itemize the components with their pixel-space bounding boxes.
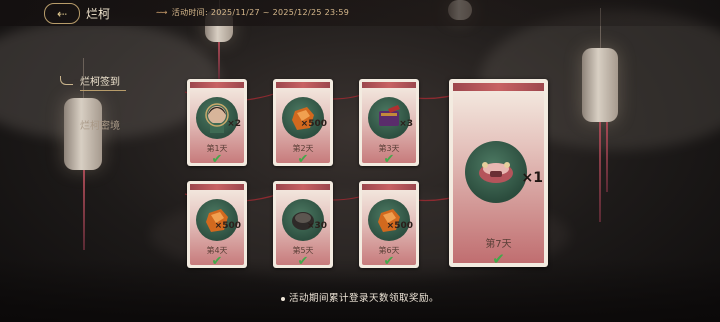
reward-quantity: ×500 (386, 221, 413, 231)
reward-icon-bg (196, 97, 238, 139)
reward-quantity: ×500 (300, 119, 327, 129)
claimed-check-icon: ✔ (211, 152, 223, 167)
back-arrow-icon: ⇠ (56, 6, 68, 21)
reward-icon-bg (282, 97, 324, 139)
reward-quantity: ×3 (399, 119, 413, 129)
reward-icon-bg (368, 97, 410, 139)
reward-quantity: ×2 (227, 119, 241, 129)
reward-card-day7[interactable]: ×1 第7天 ✔ (449, 79, 548, 268)
reward-card-day4[interactable]: ×500 第4天 ✔ (187, 181, 247, 268)
tab-checkin[interactable]: 烂柯签到 (80, 73, 126, 91)
claimed-check-icon: ✔ (492, 250, 505, 268)
reward-quantity: ×500 (214, 221, 241, 231)
reward-card-day5[interactable]: ×30 第5天 ✔ (273, 181, 333, 268)
claimed-check-icon: ✔ (297, 254, 309, 269)
reward-day-label: 第7天 (485, 239, 512, 250)
reward-icon-bg (465, 141, 527, 203)
lantern-decoration (582, 8, 618, 122)
claimed-check-icon: ✔ (383, 254, 395, 269)
top-bar: ⇠ 烂柯 ⟿ 活动时间: 2025/11/27 ~ 2025/12/25 23:5… (0, 0, 720, 26)
claimed-check-icon: ✔ (297, 152, 309, 167)
reward-card-day2[interactable]: ×500 第2天 ✔ (273, 79, 333, 166)
reward-quantity: ×1 (521, 170, 543, 186)
event-hint: 活动期间累计登录天数领取奖励。 (0, 290, 720, 304)
back-button[interactable]: ⇠ (44, 3, 80, 24)
claimed-check-icon: ✔ (211, 254, 223, 269)
ornate-chest-icon (479, 162, 513, 183)
reward-icon-bg (196, 199, 238, 241)
event-time: ⟿ 活动时间: 2025/11/27 ~ 2025/12/25 23:59 (156, 7, 349, 18)
time-arrow-icon: ⟿ (156, 8, 168, 17)
reward-card-day1[interactable]: ×2 第1天 ✔ (187, 79, 247, 166)
reward-icon-bg (282, 199, 324, 241)
reward-card-day3[interactable]: ×3 第3天 ✔ (359, 79, 419, 166)
reward-quantity: ×30 (306, 221, 327, 231)
page-title: 烂柯 (86, 7, 111, 21)
claimed-check-icon: ✔ (383, 152, 395, 167)
reward-card-day6[interactable]: ×500 第6天 ✔ (359, 181, 419, 268)
lantern-decoration (64, 58, 102, 170)
tab-secret-realm[interactable]: 烂柯密境 (80, 117, 120, 132)
event-time-text: 活动时间: 2025/11/27 ~ 2025/12/25 23:59 (171, 8, 350, 17)
tab-selector-icon (60, 76, 73, 85)
reward-icon-bg (368, 199, 410, 241)
